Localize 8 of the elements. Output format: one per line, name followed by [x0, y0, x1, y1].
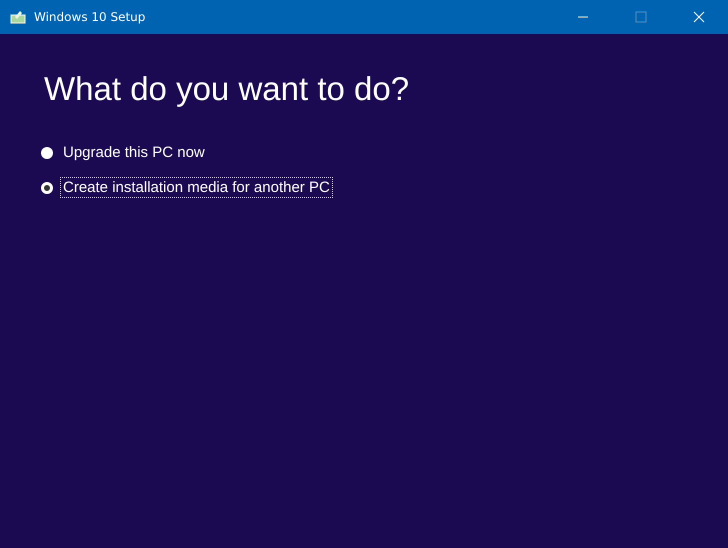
window-title: Windows 10 Setup [34, 10, 146, 24]
option-label[interactable]: Create installation media for another PC [60, 177, 333, 198]
radio-button[interactable] [41, 146, 53, 158]
radio-button[interactable] [41, 182, 53, 194]
page-heading: What do you want to do? [44, 70, 410, 108]
option-label[interactable]: Upgrade this PC now [60, 142, 208, 163]
close-icon[interactable] [693, 11, 705, 23]
setup-icon [10, 10, 26, 24]
